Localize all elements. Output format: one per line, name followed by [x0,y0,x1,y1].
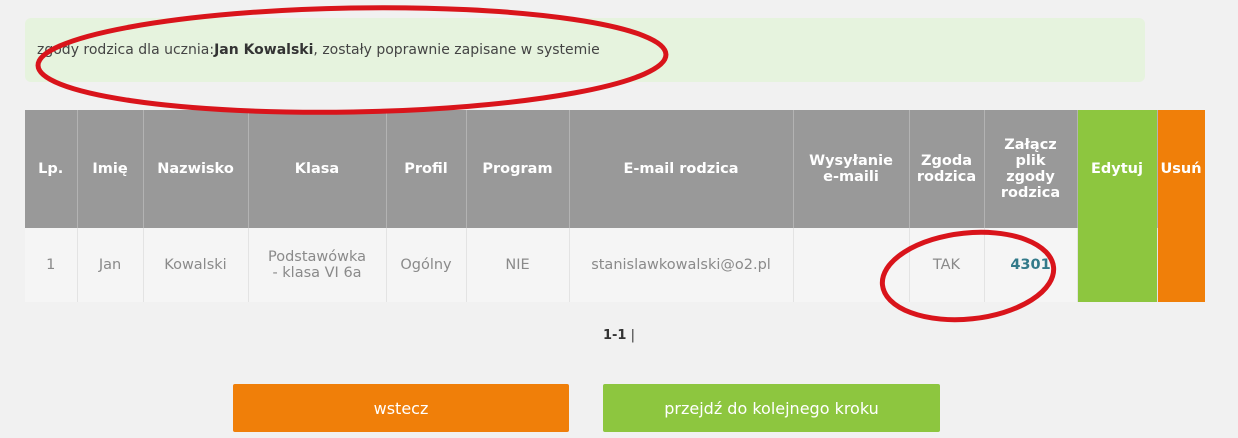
cell-klasa: Podstawówka - klasa VI 6a [248,228,387,302]
edit-cell-button[interactable] [1077,228,1158,302]
alert-prefix: zgody rodzica dla ucznia: [37,42,215,58]
table-row: 1 Jan Kowalski Podstawówka - klasa VI 6a… [25,228,1205,302]
col-klasa: Klasa [248,110,387,228]
col-profil: Profil [386,110,467,228]
col-email: E-mail rodzica [569,110,794,228]
col-zgoda-l2: rodzica [916,169,977,185]
students-table: Lp. Imię Nazwisko Klasa Profil Program E… [25,110,1205,302]
back-button-label: wstecz [373,398,429,418]
delete-cell-button[interactable] [1157,228,1205,302]
col-program: Program [466,110,570,228]
col-edytuj: Edytuj [1077,110,1158,228]
alert-suffix: , zostały poprawnie zapisane w systemie [313,42,600,58]
success-alert: zgody rodzica dla ucznia: Jan Kowalski ,… [25,18,1145,82]
col-zgoda-l1: Zgoda [920,153,973,169]
col-zalacz: Załącz plik zgody rodzica [984,110,1078,228]
col-wysylanie: Wysyłanie e-maili [793,110,910,228]
col-zalacz-l1: Załącz [1004,137,1057,153]
col-zalacz-l2: plik [1015,153,1046,169]
col-lp: Lp. [25,110,78,228]
pagination-range[interactable]: 1-1 [603,328,627,343]
next-step-button[interactable]: przejdź do kolejnego kroku [603,384,940,432]
cell-nazwisko: Kowalski [143,228,249,302]
col-usun: Usuń [1157,110,1205,228]
col-zgoda: Zgoda rodzica [909,110,985,228]
col-zalacz-l3: zgody [1006,169,1055,185]
cell-wysylanie [793,228,910,302]
cell-zgoda: TAK [909,228,985,302]
col-nazwisko: Nazwisko [143,110,249,228]
pagination-separator: | [626,328,635,343]
cell-lp: 1 [25,228,78,302]
cell-klasa-l1: Podstawówka [267,249,367,265]
cell-plik-link[interactable]: 4301 [984,228,1078,302]
cell-imie: Jan [77,228,144,302]
back-button[interactable]: wstecz [233,384,569,432]
pagination: 1-1 | [0,328,1238,343]
cell-profil: Ogólny [386,228,467,302]
cell-klasa-l2: - klasa VI 6a [272,265,362,281]
cell-email: stanislawkowalski@o2.pl [569,228,794,302]
table-header-row: Lp. Imię Nazwisko Klasa Profil Program E… [25,110,1205,228]
col-imie: Imię [77,110,144,228]
next-step-button-label: przejdź do kolejnego kroku [664,398,879,418]
cell-program: NIE [466,228,570,302]
col-wysylanie-l2: e-maili [823,169,879,185]
col-zalacz-l4: rodzica [1000,185,1061,201]
alert-student-name: Jan Kowalski [214,42,314,58]
col-wysylanie-l1: Wysyłanie [809,153,893,169]
